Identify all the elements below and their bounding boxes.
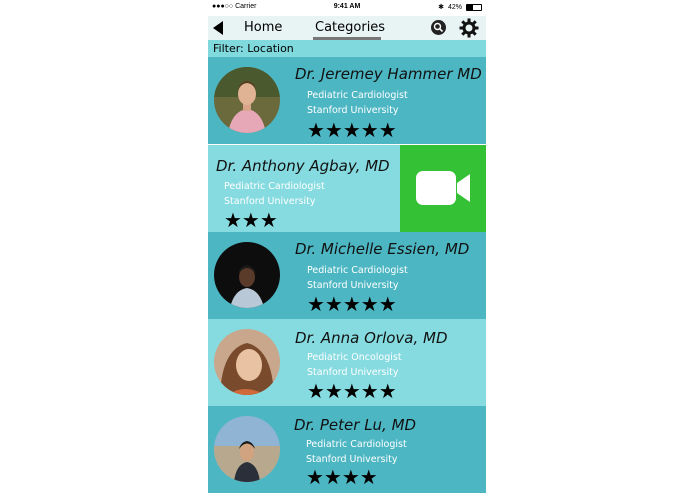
rating-stars: ★★★ (224, 208, 278, 232)
video-camera-icon (416, 171, 470, 205)
doctor-card[interactable]: Dr. Anthony Agbay, MD Pediatric Cardiolo… (208, 145, 486, 232)
doctor-name: Dr. Anthony Agbay, MD (216, 157, 390, 175)
battery-fill (467, 4, 473, 10)
doctor-specialty: Pediatric Oncologist (307, 352, 402, 363)
doctor-school: Stanford University (307, 105, 399, 116)
avatar-photo (214, 242, 280, 308)
avatar (214, 67, 280, 133)
back-arrow-icon[interactable] (213, 21, 223, 35)
avatar (214, 329, 280, 395)
gear-glyph (459, 18, 479, 38)
rating-stars: ★★★★★ (307, 379, 397, 403)
home-tab[interactable]: Home (244, 20, 282, 35)
doctor-specialty: Pediatric Cardiologist (307, 90, 408, 101)
gear-icon[interactable] (459, 18, 479, 42)
doctor-school: Stanford University (307, 367, 399, 378)
doctor-card[interactable]: Dr. Peter Lu, MD Pediatric Cardiologist … (208, 406, 486, 493)
doctor-card[interactable]: Dr. Jeremey Hammer MD Pediatric Cardiolo… (208, 57, 486, 144)
phone-screen: ●●●○○ Carrier 9:41 AM ✱ 42% Home Categor… (208, 0, 486, 494)
rating-stars: ★★★★★ (307, 292, 397, 316)
doctor-name: Dr. Jeremey Hammer MD (295, 65, 482, 83)
doctor-school: Stanford University (306, 454, 398, 465)
rating-stars: ★★★★ (306, 465, 378, 489)
filter-label: Filter: Location (213, 42, 294, 55)
status-bar: ●●●○○ Carrier 9:41 AM ✱ 42% (208, 0, 486, 16)
doctor-specialty: Pediatric Cardiologist (307, 265, 408, 276)
top-nav: Home Categories (208, 16, 486, 40)
doctor-name: Dr. Anna Orlova, MD (295, 329, 448, 347)
battery-icon (466, 3, 482, 11)
avatar-photo (214, 416, 280, 482)
doctor-card[interactable]: Dr. Michelle Essien, MD Pediatric Cardio… (208, 232, 486, 319)
battery-percent: 42% (447, 3, 462, 11)
doctor-card[interactable]: Dr. Anna Orlova, MD Pediatric Oncologist… (208, 319, 486, 406)
doctor-school: Stanford University (307, 280, 399, 291)
doctor-school: Stanford University (224, 196, 316, 207)
doctor-specialty: Pediatric Cardiologist (306, 439, 407, 450)
video-call-button[interactable] (400, 145, 486, 232)
search-icon[interactable] (431, 20, 446, 35)
avatar-photo (214, 67, 280, 133)
rating-stars: ★★★★★ (307, 118, 397, 142)
avatar (214, 416, 280, 482)
doctor-specialty: Pediatric Cardiologist (224, 181, 325, 192)
categories-tab[interactable]: Categories (315, 20, 385, 35)
bluetooth-icon: ✱ (438, 4, 444, 11)
doctor-name: Dr. Peter Lu, MD (294, 416, 417, 434)
status-right: ✱ 42% (438, 3, 482, 11)
avatar-photo (214, 329, 280, 395)
doctor-name: Dr. Michelle Essien, MD (295, 240, 470, 258)
filter-bar[interactable]: Filter: Location (208, 40, 486, 57)
search-glyph (433, 22, 444, 33)
avatar (214, 242, 280, 308)
